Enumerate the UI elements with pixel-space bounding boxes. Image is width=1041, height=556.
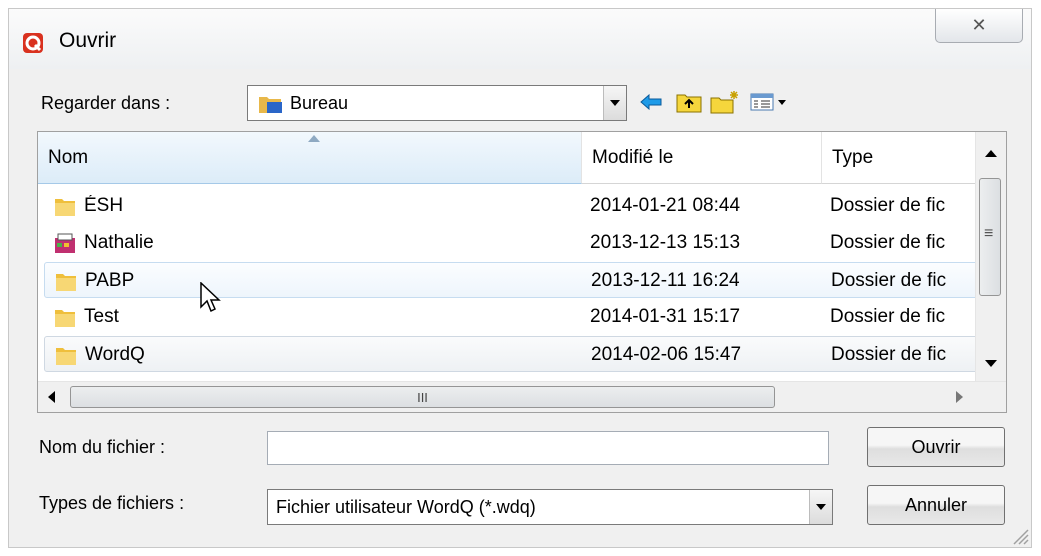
file-name: PABP <box>85 270 135 291</box>
resize-grip-icon[interactable] <box>1009 525 1029 545</box>
column-modified-label: Modifié le <box>592 146 674 168</box>
filetype-label: Types de fichiers : <box>39 493 185 513</box>
file-name: WordQ <box>85 344 145 365</box>
file-name: ÉSH <box>84 195 124 216</box>
scroll-up-icon[interactable] <box>985 150 997 157</box>
filename-input[interactable] <box>267 431 829 465</box>
look-in-label: Regarder dans : <box>41 93 171 113</box>
file-modified: 2014-01-21 08:44 <box>590 195 741 216</box>
folder-icon <box>56 274 76 291</box>
filetype-dropdown-arrow[interactable] <box>809 490 832 524</box>
scroll-grip-icon: III <box>417 389 428 405</box>
arrow-left-icon <box>640 94 662 110</box>
new-folder-button[interactable] <box>709 87 741 117</box>
column-header-name[interactable]: Nom <box>38 132 582 184</box>
sort-ascending-icon <box>308 135 320 142</box>
file-type: Dossier de fic <box>830 306 946 327</box>
list-item[interactable]: ÉSH 2014-01-21 08:44 Dossier de fic <box>44 188 978 224</box>
column-name-label: Nom <box>48 146 89 168</box>
list-item[interactable]: PABP 2013-12-11 16:24 Dossier de fic <box>44 262 978 298</box>
horizontal-scrollbar[interactable]: III <box>38 381 1006 412</box>
chevron-down-icon <box>610 100 620 106</box>
file-name: Nathalie <box>84 232 154 253</box>
column-type-label: Type <box>832 146 874 168</box>
file-type: Dossier de fic <box>831 344 947 365</box>
file-modified: 2014-01-31 15:17 <box>590 306 741 327</box>
look-in-value: Bureau <box>290 93 349 113</box>
column-header-modified[interactable]: Modifié le <box>582 132 822 184</box>
wordq-icon <box>23 33 43 53</box>
scroll-left-icon[interactable] <box>48 391 55 403</box>
scroll-down-icon[interactable] <box>985 360 997 367</box>
list-item[interactable]: Test 2014-01-31 15:17 Dossier de fic <box>44 299 978 335</box>
file-modified: 2013-12-11 16:24 <box>591 270 740 291</box>
file-list[interactable]: Nom Modifié le Type ÉSH 2014-01-21 08:44… <box>37 131 1007 413</box>
title-bar: Ouvrir ✕ <box>9 9 1031 69</box>
filetype-select[interactable]: Fichier utilisateur WordQ (*.wdq) <box>267 489 833 525</box>
view-menu-icon <box>750 93 786 111</box>
vertical-scroll-thumb[interactable]: ≡ <box>979 178 1001 296</box>
mouse-cursor-icon <box>200 282 221 313</box>
new-folder-icon <box>710 91 738 114</box>
folder-icon <box>56 348 76 365</box>
desktop-folder-icon <box>259 97 282 113</box>
view-menu-button[interactable] <box>747 87 791 117</box>
list-item[interactable]: Nathalie 2013-12-13 15:13 Dossier de fic <box>44 225 978 261</box>
folder-up-icon <box>676 94 702 113</box>
window-title: Ouvrir <box>59 29 117 52</box>
file-type: Dossier de fic <box>831 270 947 291</box>
filename-label: Nom du fichier : <box>39 437 166 457</box>
look-in-dropdown-arrow[interactable] <box>603 86 626 120</box>
folder-icon <box>55 199 75 216</box>
close-button[interactable]: ✕ <box>935 9 1023 43</box>
open-dialog: Ouvrir ✕ Regarder dans : Bureau Nom Modi… <box>8 8 1032 548</box>
vertical-scrollbar[interactable]: ≡ <box>975 132 1006 382</box>
file-name: Test <box>84 306 119 327</box>
look-in-combo[interactable]: Bureau <box>247 85 627 121</box>
filetype-value: Fichier utilisateur WordQ (*.wdq) <box>276 497 536 517</box>
scroll-grip-icon: ≡ <box>984 225 994 242</box>
scroll-right-icon[interactable] <box>956 391 963 403</box>
close-icon: ✕ <box>971 15 987 35</box>
open-button[interactable]: Ouvrir <box>867 427 1005 467</box>
column-header-type[interactable]: Type <box>822 132 978 184</box>
cancel-button[interactable]: Annuler <box>867 485 1005 525</box>
chevron-down-icon <box>816 504 826 510</box>
folder-icon <box>55 310 75 327</box>
file-modified: 2014-02-06 15:47 <box>591 344 742 365</box>
file-type: Dossier de fic <box>830 195 946 216</box>
file-type: Dossier de fic <box>830 232 946 253</box>
special-folder-icon <box>55 233 75 253</box>
up-folder-button[interactable] <box>673 87 705 117</box>
horizontal-scroll-thumb[interactable]: III <box>70 386 775 408</box>
list-item[interactable]: WordQ 2014-02-06 15:47 Dossier de fic <box>44 336 978 372</box>
back-button[interactable] <box>635 87 667 117</box>
file-modified: 2013-12-13 15:13 <box>590 232 741 253</box>
